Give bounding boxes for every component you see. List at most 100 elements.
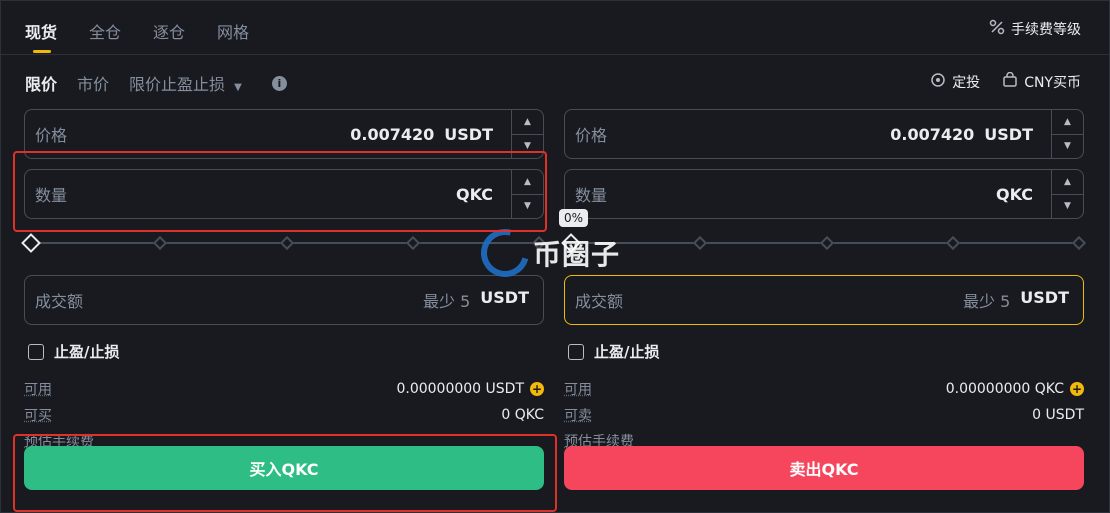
slider-mark-75[interactable] — [945, 235, 961, 251]
sell-price-stepper: ▲ ▼ — [1051, 110, 1083, 158]
watermark: 币圈子 — [472, 220, 621, 286]
trade-panel: 现货 全仓 逐仓 网格 手续费等级 限价 市价 限价止盈止损 ▼ i 定投 CN… — [0, 0, 1110, 513]
wallet-icon — [1002, 71, 1018, 92]
sell-percent-slider[interactable] — [561, 229, 1087, 257]
sell-total-unit: USDT — [1020, 288, 1069, 307]
market-tabs: 现货 全仓 逐仓 网格 — [25, 19, 249, 53]
percent-icon — [989, 19, 1005, 39]
cny-buy-button[interactable]: CNY买币 — [1002, 71, 1081, 92]
sell-max-row: 可卖 0 USDT — [564, 402, 1084, 428]
sell-qty-stepper: ▲ ▼ — [1051, 170, 1083, 218]
buy-qty-stepper: ▲ ▼ — [511, 170, 543, 218]
buy-info: 可用 0.00000000 USDT + 可买 0 QKC 预估手续费 — [24, 376, 544, 454]
sell-tpsl-label: 止盈/止损 — [594, 343, 660, 361]
buy-available-value: 0.00000000 USDT — [396, 381, 524, 397]
chevron-up-icon[interactable]: ▲ — [1052, 110, 1083, 134]
buy-available-row: 可用 0.00000000 USDT + — [24, 376, 544, 402]
slider-mark-100[interactable] — [1071, 235, 1087, 251]
sell-price-field[interactable]: 价格 0.007420 USDT ▲ ▼ — [564, 109, 1084, 159]
buy-total-hint: 最少 5 — [423, 292, 471, 311]
chevron-down-icon[interactable]: ▼ — [512, 193, 543, 219]
fee-level-link[interactable]: 手续费等级 — [989, 19, 1081, 39]
cny-buy-label: CNY买币 — [1024, 75, 1081, 91]
order-type-tabs: 限价 市价 限价止盈止损 ▼ i — [25, 71, 287, 95]
buy-qty-label: 数量 — [35, 186, 68, 205]
chevron-down-icon[interactable]: ▼ — [1052, 133, 1083, 159]
buy-tpsl-label: 止盈/止损 — [54, 343, 120, 361]
chevron-up-icon[interactable]: ▲ — [512, 110, 543, 134]
buy-total-field[interactable]: 成交额 最少 5 USDT — [24, 275, 544, 325]
buy-price-value[interactable]: 0.007420 — [350, 125, 434, 144]
sell-quantity-field[interactable]: 数量 QKC ▲ ▼ — [564, 169, 1084, 219]
chevron-down-icon[interactable]: ▼ — [512, 133, 543, 159]
tab-grid[interactable]: 网格 — [217, 19, 249, 53]
sell-available-value: 0.00000000 QKC — [945, 381, 1064, 397]
sell-info: 可用 0.00000000 QKC + 可卖 0 USDT 预估手续费 — [564, 376, 1084, 454]
buy-button[interactable]: 买入QKC — [24, 446, 544, 490]
sell-qty-label: 数量 — [575, 186, 608, 205]
buy-price-unit: USDT — [444, 124, 493, 144]
buy-column: 价格 0.007420 USDT ▲ ▼ 数量 QKC ▲ ▼ 成交额 最少 5… — [21, 109, 547, 454]
slider-mark-25[interactable] — [692, 235, 708, 251]
buy-price-value-group: 0.007420 USDT — [350, 125, 493, 144]
slider-tooltip: 0% — [559, 209, 589, 227]
info-icon[interactable]: i — [271, 75, 287, 91]
sell-price-unit: USDT — [984, 124, 1033, 144]
sell-tpsl-toggle[interactable]: 止盈/止损 — [568, 341, 1084, 362]
sell-available-value-group: 0.00000000 QKC + — [946, 381, 1084, 397]
buy-price-field[interactable]: 价格 0.007420 USDT ▲ ▼ — [24, 109, 544, 159]
add-funds-icon[interactable]: + — [530, 382, 544, 396]
sell-max-label: 可卖 — [564, 408, 592, 424]
buy-max-label: 可买 — [24, 408, 52, 424]
tab-spot[interactable]: 现货 — [25, 19, 57, 53]
chevron-up-icon[interactable]: ▲ — [1052, 170, 1083, 194]
fee-level-label: 手续费等级 — [1011, 22, 1081, 38]
slider-mark-50[interactable] — [819, 235, 835, 251]
buy-max-row: 可买 0 QKC — [24, 402, 544, 428]
sell-qty-unit: QKC — [995, 184, 1033, 204]
slider-mark-75[interactable] — [405, 235, 421, 251]
header-divider — [1, 54, 1109, 55]
slider-mark-25[interactable] — [152, 235, 168, 251]
chevron-up-icon[interactable]: ▲ — [512, 170, 543, 194]
buy-available-label: 可用 — [24, 382, 52, 398]
buy-tpsl-checkbox[interactable] — [28, 343, 44, 360]
buy-tpsl-toggle[interactable]: 止盈/止损 — [28, 341, 544, 362]
buy-price-stepper: ▲ ▼ — [511, 110, 543, 158]
sell-price-value[interactable]: 0.007420 — [890, 125, 974, 144]
buy-percent-slider[interactable] — [21, 229, 547, 257]
chevron-down-icon[interactable]: ▼ — [1052, 193, 1083, 219]
sell-available-label: 可用 — [564, 382, 592, 398]
buy-total-label: 成交额 — [35, 292, 84, 311]
sell-price-label: 价格 — [575, 126, 608, 145]
sell-button[interactable]: 卖出QKC — [564, 446, 1084, 490]
buy-available-value-group: 0.00000000 USDT + — [396, 381, 544, 397]
eye-refresh-icon — [930, 72, 946, 92]
sell-tpsl-checkbox[interactable] — [568, 343, 584, 360]
sell-price-value-group: 0.007420 USDT — [890, 125, 1033, 144]
sell-available-row: 可用 0.00000000 QKC + — [564, 376, 1084, 402]
add-funds-icon[interactable]: + — [1070, 382, 1084, 396]
sell-max-value: 0 USDT — [1032, 407, 1084, 423]
sell-total-value-group: 最少 5 USDT — [963, 288, 1069, 312]
tab-cross-margin[interactable]: 全仓 — [89, 19, 121, 53]
tab-isolated-margin[interactable]: 逐仓 — [153, 19, 185, 53]
buy-total-value-group: 最少 5 USDT — [423, 288, 529, 312]
sell-total-field[interactable]: 成交额 最少 5 USDT — [564, 275, 1084, 325]
sell-total-label: 成交额 — [575, 292, 624, 311]
watermark-logo-icon — [472, 220, 538, 286]
tab-limit[interactable]: 限价 — [25, 71, 57, 95]
caret-down-icon: ▼ — [234, 82, 242, 93]
buy-price-label: 价格 — [35, 126, 68, 145]
buy-total-unit: USDT — [480, 288, 529, 307]
tab-stop-limit[interactable]: 限价止盈止损 ▼ — [129, 71, 242, 95]
dca-button[interactable]: 定投 — [930, 72, 980, 92]
watermark-text: 币圈子 — [533, 238, 621, 271]
right-tools: 定投 CNY买币 — [930, 71, 1081, 92]
slider-mark-50[interactable] — [279, 235, 295, 251]
tab-market[interactable]: 市价 — [77, 71, 109, 95]
slider-handle[interactable] — [21, 233, 41, 253]
buy-quantity-field[interactable]: 数量 QKC ▲ ▼ — [24, 169, 544, 219]
dca-label: 定投 — [952, 75, 981, 91]
sell-column: 价格 0.007420 USDT ▲ ▼ 数量 QKC ▲ ▼ 成交额 最少 5… — [561, 109, 1087, 454]
